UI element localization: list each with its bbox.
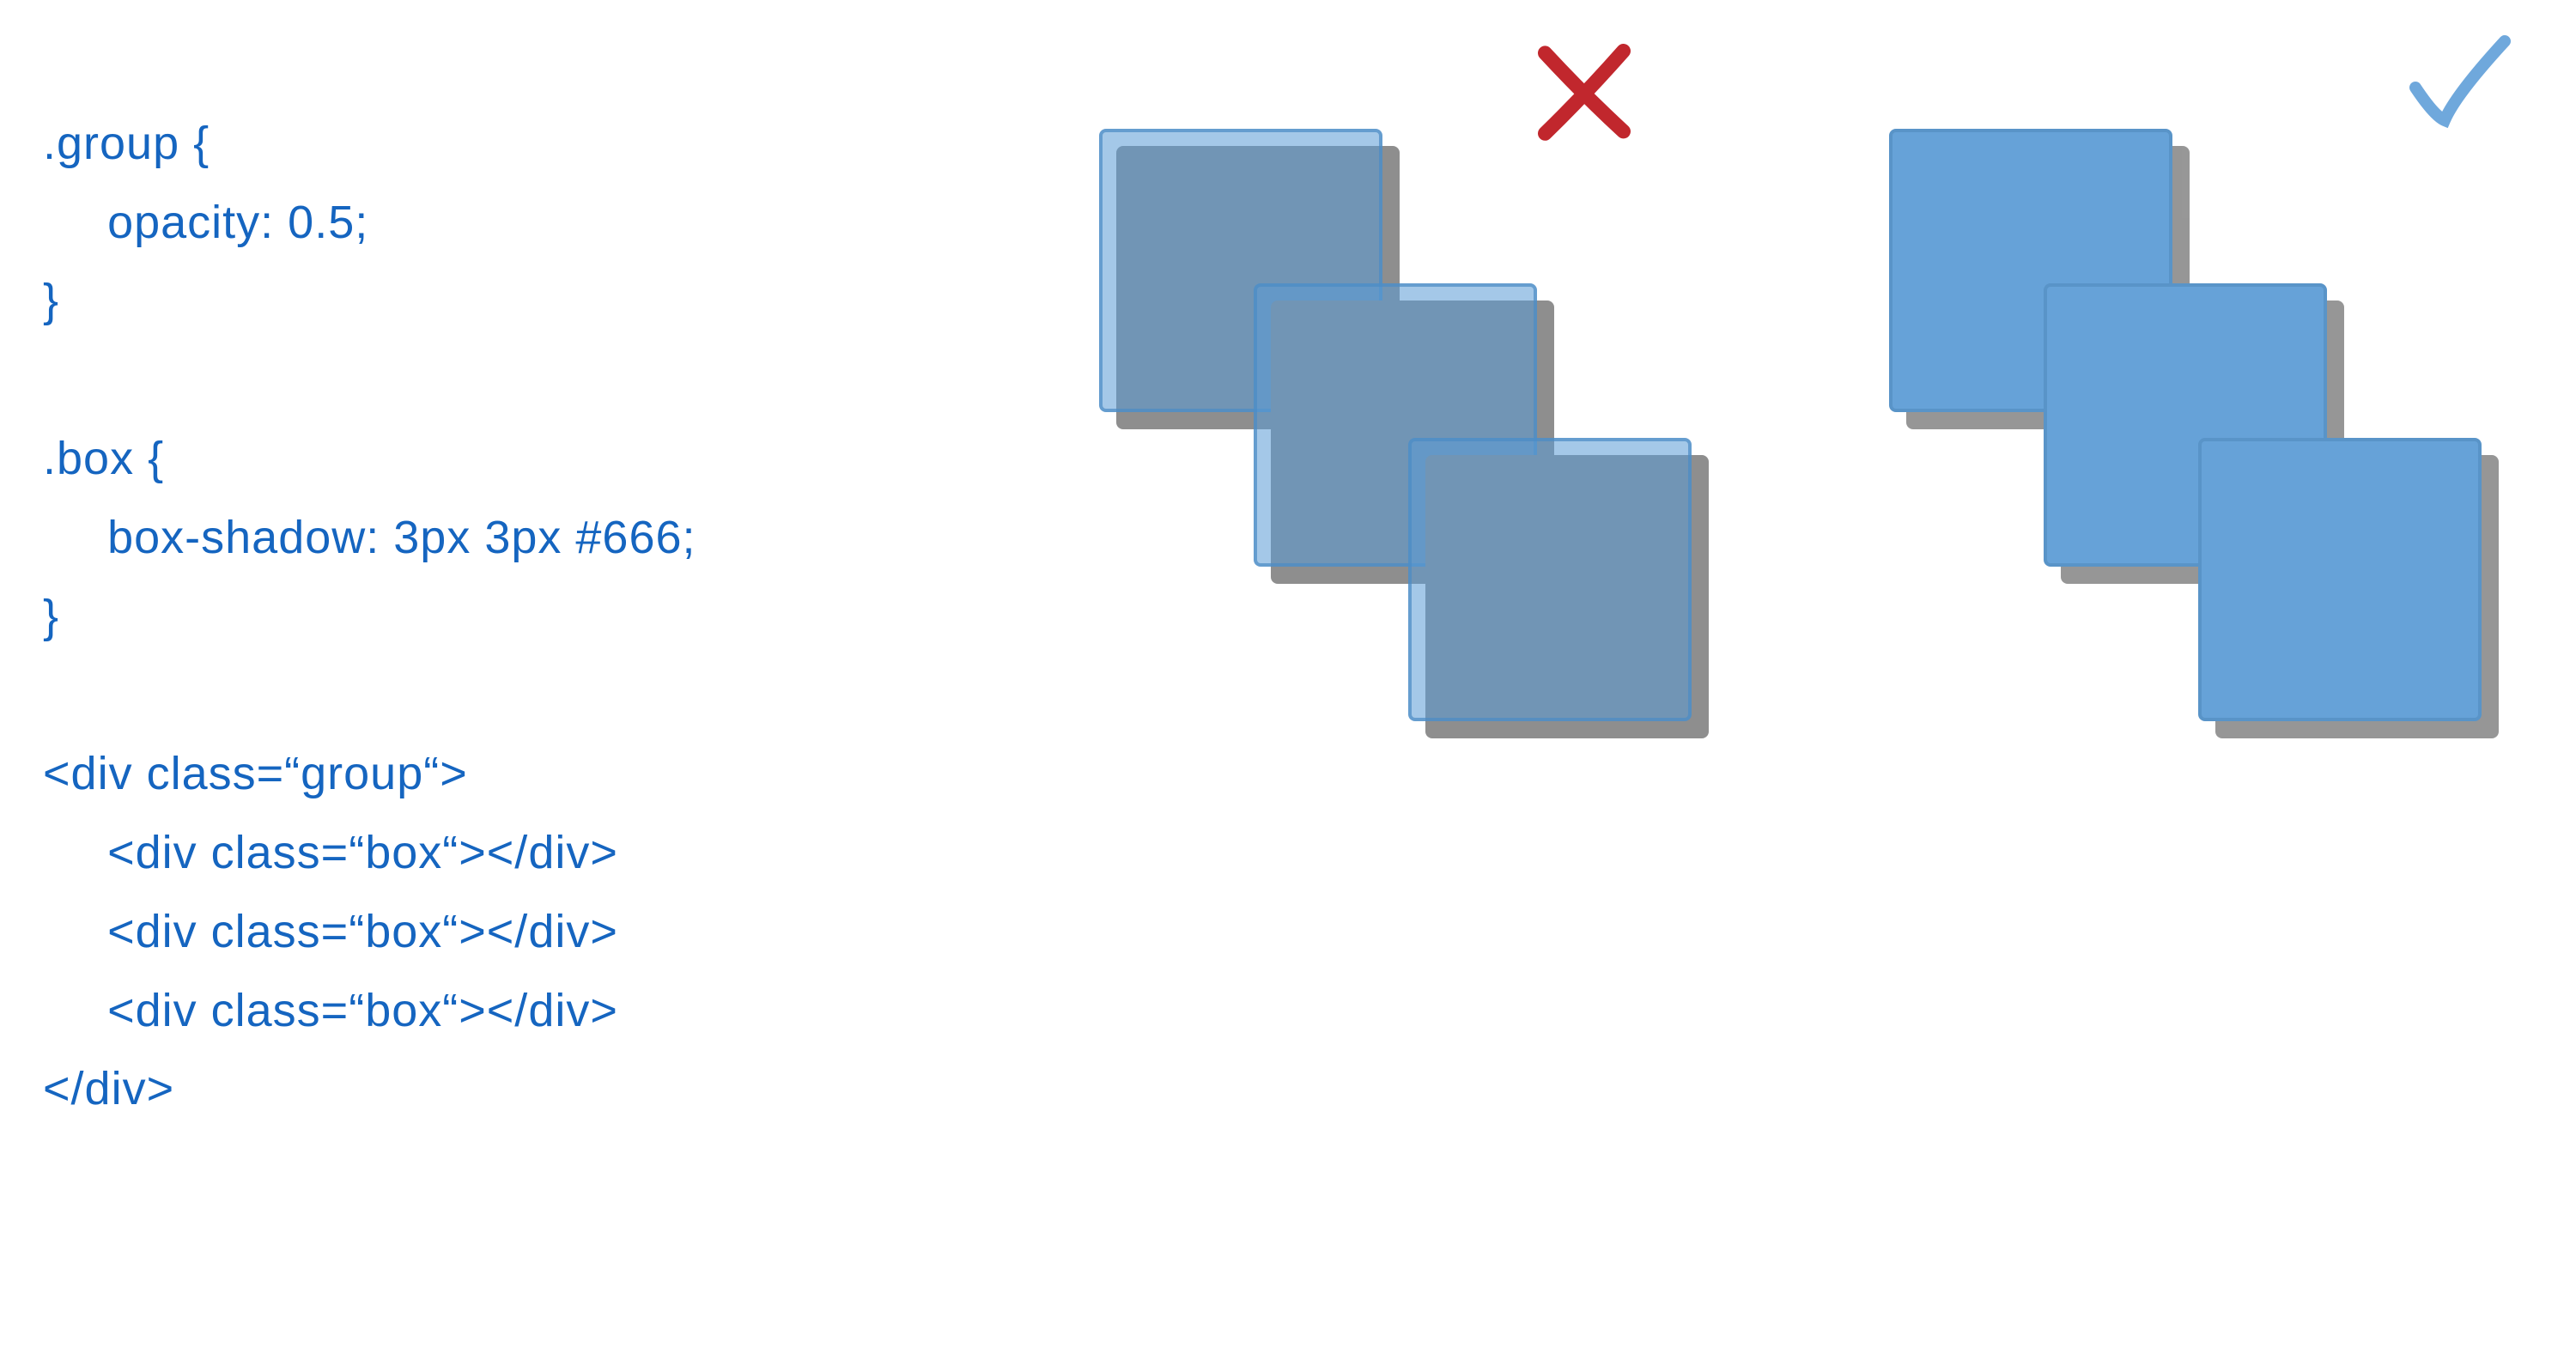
code-line: </div> [43, 1063, 174, 1114]
code-line: <div class=“box“></div> [107, 985, 618, 1036]
correct-rendering-group [1889, 129, 2507, 747]
code-line: <div class=“group“> [43, 748, 468, 799]
code-line: } [43, 275, 59, 326]
wrong-rendering-group [1099, 129, 1717, 747]
code-line: } [43, 591, 59, 642]
box-face [2198, 438, 2482, 721]
box-face [1408, 438, 1692, 721]
code-line: box-shadow: 3px 3px #666; [107, 512, 696, 563]
code-line: .group { [43, 118, 210, 169]
code-line: <div class=“box“></div> [107, 827, 618, 878]
code-line: opacity: 0.5; [107, 197, 368, 248]
code-snippet: .group { opacity: 0.5; } .box { box-shad… [43, 26, 696, 1129]
cross-icon [1533, 39, 1636, 142]
illustration-stage [1099, 129, 2559, 902]
check-icon [2409, 34, 2512, 137]
code-line: <div class=“box“></div> [107, 906, 618, 957]
code-line: .box { [43, 433, 164, 484]
